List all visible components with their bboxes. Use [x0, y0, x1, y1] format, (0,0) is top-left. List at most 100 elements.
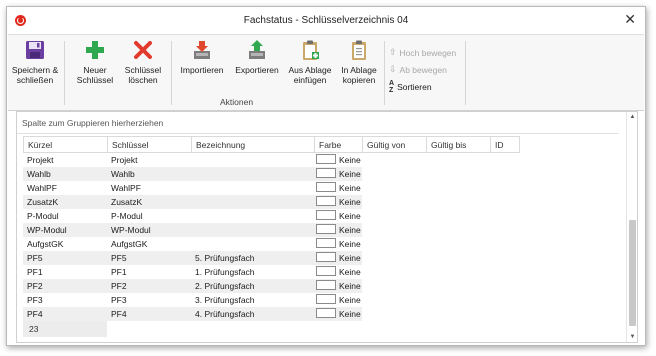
cell-farbe[interactable]: Keine — [314, 181, 362, 195]
copy-to-clipboard-button[interactable]: In Ablage kopieren — [339, 39, 379, 85]
group-by-panel[interactable]: Spalte zum Gruppieren hierherziehen — [17, 112, 619, 134]
import-icon — [194, 41, 210, 59]
cell-schluessel[interactable]: PF1 — [107, 265, 191, 279]
cell-farbe[interactable]: Keine — [314, 153, 362, 167]
cell-bezeichnung[interactable] — [191, 181, 314, 195]
column-header-id[interactable]: ID — [490, 136, 520, 153]
cell-farbe[interactable]: Keine — [314, 195, 362, 209]
new-key-button[interactable]: Neuer Schlüssel — [75, 39, 115, 85]
sort-button[interactable]: AZ Sortieren — [389, 80, 432, 94]
cell-bezeichnung[interactable]: 5. Prüfungsfach — [191, 251, 314, 265]
move-down-button[interactable]: ⇩ Ab bewegen — [389, 64, 447, 75]
close-icon[interactable]: ✕ — [624, 12, 636, 26]
move-down-label: Ab bewegen — [399, 64, 447, 75]
cell-bezeichnung[interactable] — [191, 153, 314, 167]
cell-kuerzel[interactable]: PF2 — [23, 279, 107, 293]
cell-schluessel[interactable]: WP-Modul — [107, 223, 191, 237]
delete-key-label: Schlüssel löschen — [124, 65, 162, 85]
cell-kuerzel[interactable]: AufgstGK — [23, 237, 107, 251]
table-row[interactable]: P-Modul P-Modul Keine — [23, 209, 362, 223]
cell-farbe-label: Keine — [339, 295, 361, 305]
column-header-gueltig-von[interactable]: Gültig von — [362, 136, 426, 153]
cell-schluessel[interactable]: P-Modul — [107, 209, 191, 223]
table-row[interactable]: ZusatzK ZusatzK Keine — [23, 195, 362, 209]
vertical-scrollbar[interactable]: ▲ ▼ — [626, 112, 637, 342]
color-swatch — [316, 154, 336, 164]
column-header-gueltig-bis[interactable]: Gültig bis — [426, 136, 490, 153]
paste-from-clipboard-button[interactable]: Aus Ablage einfügen — [287, 39, 333, 85]
move-up-button[interactable]: ⇧ Hoch bewegen — [389, 47, 456, 58]
cell-kuerzel[interactable]: P-Modul — [23, 209, 107, 223]
color-swatch — [316, 266, 336, 276]
scroll-down-icon[interactable]: ▼ — [627, 334, 638, 340]
save-close-button[interactable]: Speichern & schließen — [11, 39, 59, 85]
table-row[interactable]: PF1 PF1 1. Prüfungsfach Keine — [23, 265, 362, 279]
cell-bezeichnung[interactable]: 2. Prüfungsfach — [191, 279, 314, 293]
cell-farbe[interactable]: Keine — [314, 251, 362, 265]
cell-schluessel[interactable]: Projekt — [107, 153, 191, 167]
cell-bezeichnung[interactable]: 1. Prüfungsfach — [191, 265, 314, 279]
cell-kuerzel[interactable]: PF4 — [23, 307, 107, 321]
floppy-disk-icon — [26, 41, 44, 59]
cell-farbe[interactable]: Keine — [314, 209, 362, 223]
cell-kuerzel[interactable]: PF1 — [23, 265, 107, 279]
cell-bezeichnung[interactable] — [191, 237, 314, 251]
arrow-down-icon: ⇩ — [389, 64, 397, 74]
cell-schluessel[interactable]: PF4 — [107, 307, 191, 321]
cell-farbe[interactable]: Keine — [314, 237, 362, 251]
cell-bezeichnung[interactable] — [191, 209, 314, 223]
delete-key-button[interactable]: Schlüssel löschen — [123, 39, 163, 85]
cell-schluessel[interactable]: PF3 — [107, 293, 191, 307]
cell-bezeichnung[interactable] — [191, 223, 314, 237]
cell-farbe[interactable]: Keine — [314, 223, 362, 237]
export-button[interactable]: Exportieren — [233, 39, 281, 75]
table-row[interactable]: PF3 PF3 3. Prüfungsfach Keine — [23, 293, 362, 307]
table-row[interactable]: AufgstGK AufgstGK Keine — [23, 237, 362, 251]
cell-schluessel[interactable]: PF5 — [107, 251, 191, 265]
cell-kuerzel[interactable]: Wahlb — [23, 167, 107, 181]
cell-kuerzel[interactable]: WahlPF — [23, 181, 107, 195]
table-row[interactable]: PF4 PF4 4. Prüfungsfach Keine — [23, 307, 362, 321]
table-row[interactable]: Wahlb Wahlb Keine — [23, 167, 362, 181]
cell-farbe[interactable]: Keine — [314, 307, 362, 321]
cell-farbe[interactable]: Keine — [314, 167, 362, 181]
plus-icon — [86, 41, 104, 59]
cell-kuerzel[interactable]: PF3 — [23, 293, 107, 307]
color-swatch — [316, 224, 336, 234]
cell-bezeichnung[interactable] — [191, 195, 314, 209]
table-row[interactable]: PF2 PF2 2. Prüfungsfach Keine — [23, 279, 362, 293]
cell-schluessel[interactable]: ZusatzK — [107, 195, 191, 209]
import-button[interactable]: Importieren — [178, 39, 226, 75]
cell-farbe[interactable]: Keine — [314, 279, 362, 293]
paste-label: Aus Ablage einfügen — [288, 65, 332, 85]
cell-bezeichnung[interactable] — [191, 167, 314, 181]
column-header-kuerzel[interactable]: Kürzel — [23, 136, 107, 153]
table-row[interactable]: PF5 PF5 5. Prüfungsfach Keine — [23, 251, 362, 265]
cell-schluessel[interactable]: AufgstGK — [107, 237, 191, 251]
row-count-footer: 23 — [23, 321, 107, 337]
cell-farbe-label: Keine — [339, 309, 361, 319]
table-row[interactable]: WahlPF WahlPF Keine — [23, 181, 362, 195]
scroll-thumb[interactable] — [629, 220, 636, 326]
cell-farbe[interactable]: Keine — [314, 293, 362, 307]
cell-bezeichnung[interactable]: 4. Prüfungsfach — [191, 307, 314, 321]
cell-farbe-label: Keine — [339, 239, 361, 249]
cell-kuerzel[interactable]: WP-Modul — [23, 223, 107, 237]
column-header-bezeichnung[interactable]: Bezeichnung — [191, 136, 314, 153]
move-up-label: Hoch bewegen — [399, 47, 457, 58]
column-header-schluessel[interactable]: Schlüssel — [107, 136, 191, 153]
cell-farbe-label: Keine — [339, 211, 361, 221]
table-row[interactable]: WP-Modul WP-Modul Keine — [23, 223, 362, 237]
scroll-up-icon[interactable]: ▲ — [627, 114, 638, 120]
cell-schluessel[interactable]: WahlPF — [107, 181, 191, 195]
cell-bezeichnung[interactable]: 3. Prüfungsfach — [191, 293, 314, 307]
cell-kuerzel[interactable]: ZusatzK — [23, 195, 107, 209]
cell-kuerzel[interactable]: Projekt — [23, 153, 107, 167]
column-header-farbe[interactable]: Farbe — [314, 136, 362, 153]
cell-farbe[interactable]: Keine — [314, 265, 362, 279]
cell-schluessel[interactable]: PF2 — [107, 279, 191, 293]
cell-schluessel[interactable]: Wahlb — [107, 167, 191, 181]
table-row[interactable]: Projekt Projekt Keine — [23, 153, 362, 167]
cell-farbe-label: Keine — [339, 197, 361, 207]
cell-kuerzel[interactable]: PF5 — [23, 251, 107, 265]
